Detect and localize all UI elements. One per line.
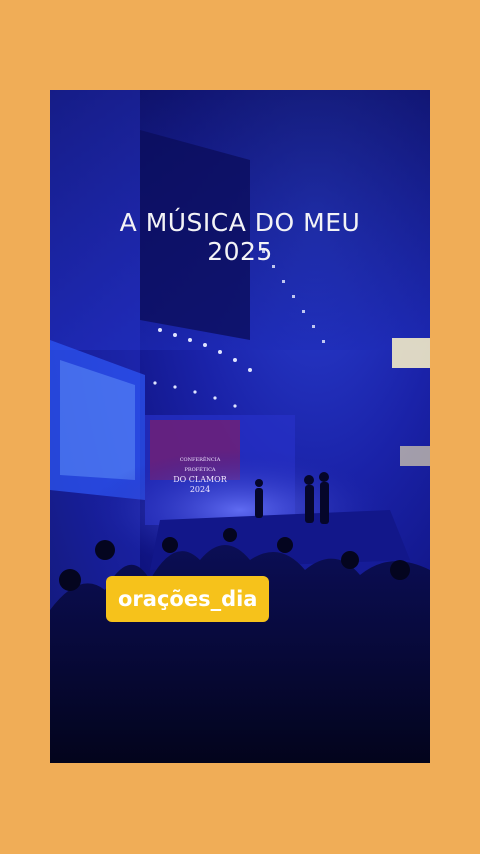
stage-screen-line2: DO CLAMOR 2024 [173,475,227,494]
caption-line-1: A MÚSICA DO MEU [119,208,361,237]
username-label: orações_dia [118,587,258,611]
caption-line-2: 2025 [207,237,273,266]
stage-screen-text: CONFERÊNCIA PROFÉTICA DO CLAMOR 2024 [165,455,235,495]
username-badge[interactable]: orações_dia [106,576,270,622]
concert-scene [50,90,430,763]
video-caption: A MÚSICA DO MEU 2025 [50,208,430,266]
stage-screen-line1: CONFERÊNCIA PROFÉTICA [179,457,221,473]
video-frame[interactable]: CONFERÊNCIA PROFÉTICA DO CLAMOR 2024 A M… [50,90,430,763]
